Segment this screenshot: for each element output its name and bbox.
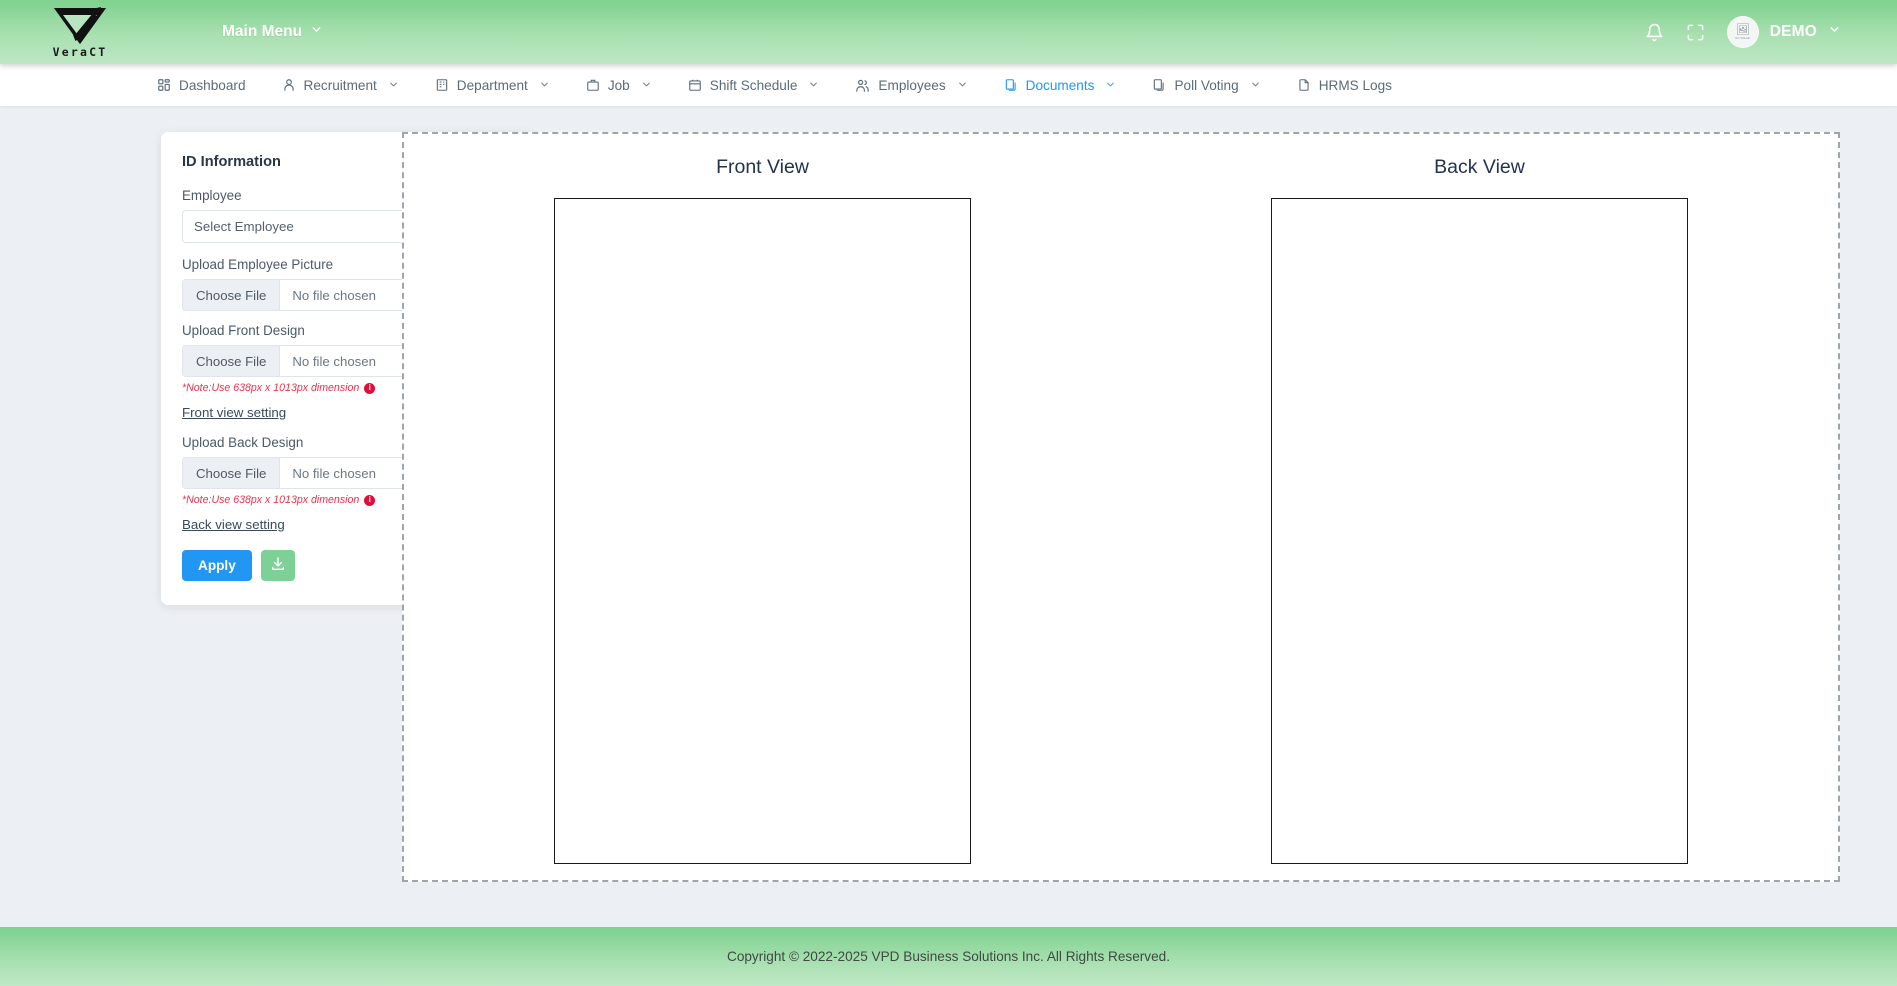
choose-file-button[interactable]: Choose File bbox=[183, 346, 280, 376]
nav-item-poll-voting[interactable]: Poll Voting bbox=[1152, 78, 1260, 93]
chevron-down-icon bbox=[388, 78, 399, 93]
nav-label: Poll Voting bbox=[1174, 78, 1238, 93]
user-menu-button[interactable]: 🖼 NO IMAGE DEMO bbox=[1727, 16, 1841, 48]
nav-item-recruitment[interactable]: Recruitment bbox=[282, 78, 399, 93]
nav-item-department[interactable]: Department bbox=[435, 78, 550, 93]
chevron-down-icon bbox=[641, 78, 652, 93]
bell-icon[interactable] bbox=[1645, 23, 1664, 42]
back-view-block: Back View bbox=[1135, 156, 1823, 880]
file-name-label: No file chosen bbox=[280, 458, 388, 488]
nav-label: Employees bbox=[878, 78, 945, 93]
note-text: *Note:Use 638px x 1013px dimension bbox=[182, 382, 359, 394]
chevron-down-icon bbox=[1828, 23, 1841, 41]
info-icon: i bbox=[364, 495, 375, 506]
copyright-text: Copyright © 2022-2025 VPD Business Solut… bbox=[727, 949, 1170, 964]
avatar-placeholder-label: NO IMAGE bbox=[1735, 37, 1750, 40]
nav-item-job[interactable]: Job bbox=[586, 78, 652, 93]
nav-item-employees[interactable]: Employees bbox=[855, 78, 967, 93]
back-view-canvas[interactable] bbox=[1271, 198, 1688, 864]
nav-item-dashboard[interactable]: Dashboard bbox=[157, 78, 246, 93]
chevron-down-icon bbox=[1105, 78, 1116, 93]
right-column: Front View Back View bbox=[402, 132, 1897, 882]
chevron-down-icon bbox=[1250, 78, 1261, 93]
file-name-label: No file chosen bbox=[280, 280, 388, 310]
building-icon bbox=[435, 78, 449, 92]
chevron-down-icon bbox=[957, 78, 968, 93]
calendar-icon bbox=[688, 78, 702, 92]
info-icon: i bbox=[364, 383, 375, 394]
download-button[interactable] bbox=[261, 550, 295, 581]
header-actions: 🖼 NO IMAGE DEMO bbox=[1645, 16, 1897, 48]
user-name-label: DEMO bbox=[1770, 23, 1817, 41]
main-content: ID Information Employee Select Employee … bbox=[0, 106, 1897, 927]
download-icon bbox=[270, 556, 286, 575]
back-view-setting-link[interactable]: Back view setting bbox=[182, 517, 285, 532]
chevron-down-icon bbox=[808, 78, 819, 93]
choose-file-button[interactable]: Choose File bbox=[183, 280, 280, 310]
left-column: ID Information Employee Select Employee … bbox=[0, 132, 402, 605]
user-icon bbox=[282, 78, 296, 92]
nav-label: HRMS Logs bbox=[1319, 78, 1392, 93]
brand-logo-container[interactable]: VeraCT bbox=[0, 5, 160, 59]
fullscreen-icon[interactable] bbox=[1686, 23, 1705, 42]
briefcase-icon bbox=[586, 78, 600, 92]
front-view-setting-link[interactable]: Front view setting bbox=[182, 405, 286, 420]
file-text-icon bbox=[1297, 78, 1311, 92]
front-view-title: Front View bbox=[716, 156, 809, 179]
page-footer: Copyright © 2022-2025 VPD Business Solut… bbox=[0, 927, 1897, 986]
main-menu-button[interactable]: Main Menu bbox=[222, 23, 323, 41]
employee-select-value: Select Employee bbox=[194, 219, 294, 234]
choose-file-button[interactable]: Choose File bbox=[183, 458, 280, 488]
file-copy-icon bbox=[1004, 78, 1018, 92]
nav-item-documents[interactable]: Documents bbox=[1004, 78, 1117, 93]
note-text: *Note:Use 638px x 1013px dimension bbox=[182, 494, 359, 506]
nav-label: Documents bbox=[1026, 78, 1095, 93]
veract-logo-icon bbox=[51, 5, 109, 49]
main-navigation: Dashboard Recruitment Department Job bbox=[0, 64, 1897, 106]
back-view-title: Back View bbox=[1434, 156, 1525, 179]
main-menu-label: Main Menu bbox=[222, 23, 302, 41]
top-header: VeraCT Main Menu 🖼 NO IMAGE DEMO bbox=[0, 0, 1897, 64]
grid-icon bbox=[157, 78, 171, 92]
chevron-down-icon bbox=[539, 78, 550, 93]
apply-button[interactable]: Apply bbox=[182, 550, 252, 581]
front-view-block: Front View bbox=[418, 156, 1106, 880]
file-name-label: No file chosen bbox=[280, 346, 388, 376]
file-copy-icon bbox=[1152, 78, 1166, 92]
nav-item-shift-schedule[interactable]: Shift Schedule bbox=[688, 78, 820, 93]
front-view-canvas[interactable] bbox=[554, 198, 971, 864]
nav-label: Shift Schedule bbox=[710, 78, 798, 93]
nav-label: Department bbox=[457, 78, 528, 93]
users-icon bbox=[855, 78, 870, 93]
id-preview-container: Front View Back View bbox=[402, 132, 1840, 882]
avatar: 🖼 NO IMAGE bbox=[1727, 16, 1759, 48]
chevron-down-icon bbox=[310, 23, 323, 41]
nav-label: Job bbox=[608, 78, 630, 93]
nav-label: Recruitment bbox=[304, 78, 377, 93]
nav-label: Dashboard bbox=[179, 78, 246, 93]
nav-item-hrms-logs[interactable]: HRMS Logs bbox=[1297, 78, 1392, 93]
brand-wordmark: VeraCT bbox=[53, 47, 108, 59]
no-image-icon: 🖼 bbox=[1736, 25, 1750, 36]
